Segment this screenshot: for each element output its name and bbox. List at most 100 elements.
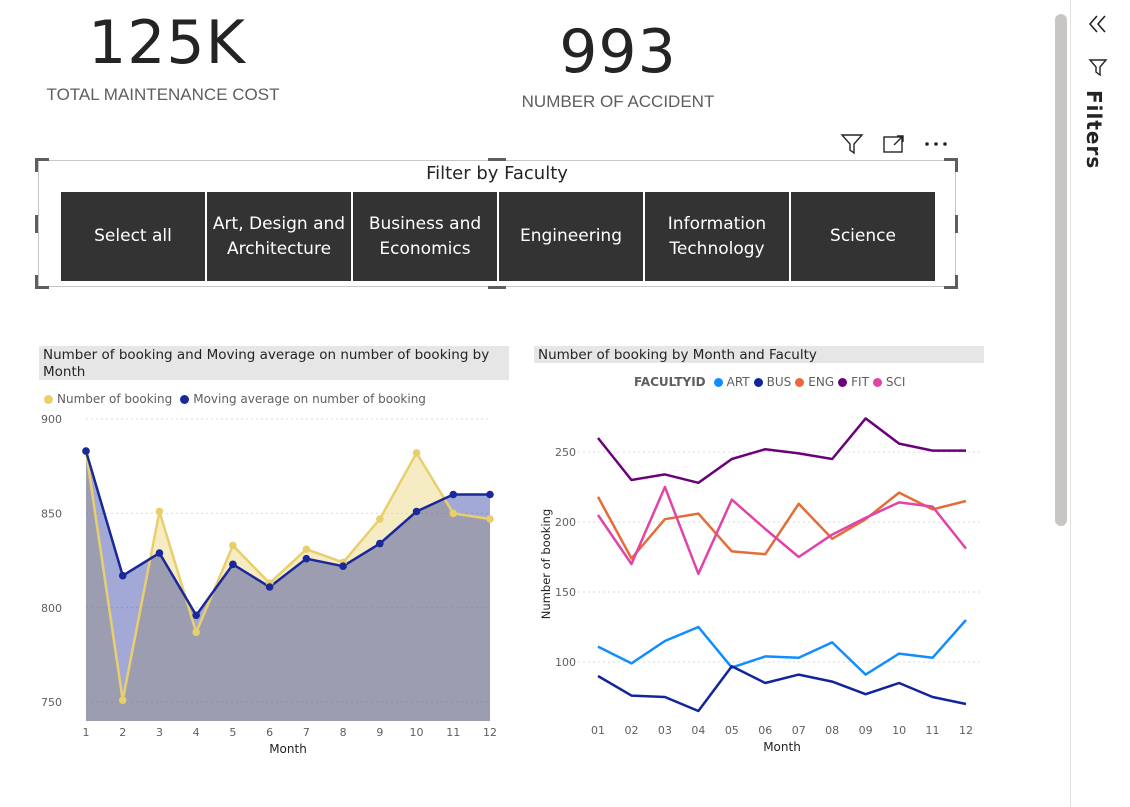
x-tick-label: 11	[926, 724, 940, 737]
x-tick-label: 2	[119, 726, 126, 739]
report-canvas: 125K TOTAL MAINTENANCE COST 993 NUMBER O…	[0, 0, 1070, 807]
slicer-button-group: Select all Art, Design and Architecture …	[61, 192, 935, 281]
legend-marker-sci	[872, 377, 882, 387]
data-point-booking	[192, 628, 200, 637]
y-axis-title: Number of booking	[539, 509, 553, 619]
resize-handle[interactable]	[955, 215, 958, 233]
x-tick-label: 02	[624, 724, 638, 737]
slicer-button-business-economics[interactable]: Business and Economics	[353, 192, 499, 281]
y-tick-label: 900	[41, 413, 62, 426]
data-point-booking	[155, 507, 164, 516]
faculty-slicer: Filter by Faculty Select all Art, Design…	[38, 160, 956, 287]
legend-item-eng[interactable]: ENG	[808, 375, 834, 389]
x-tick-label: 05	[725, 724, 739, 737]
resize-handle[interactable]	[955, 275, 958, 289]
y-tick-label: 250	[555, 446, 576, 459]
legend-item-bus[interactable]: BUS	[767, 375, 792, 389]
legend-item-booking[interactable]: Number of booking	[57, 392, 172, 406]
x-tick-label: 10	[892, 724, 906, 737]
focus-mode-icon[interactable]	[880, 132, 908, 156]
x-tick-label: 6	[266, 726, 273, 739]
data-point-moving-average	[449, 490, 458, 499]
x-tick-label: 06	[758, 724, 772, 737]
funnel-icon	[1087, 57, 1109, 79]
more-options-icon[interactable]	[922, 132, 950, 156]
x-tick-label: 01	[591, 724, 605, 737]
legend-item-art[interactable]: ART	[727, 375, 750, 389]
slicer-button-information-technology[interactable]: Information Technology	[645, 192, 791, 281]
double-chevron-left-icon[interactable]	[1085, 12, 1111, 36]
x-tick-label: 12	[483, 726, 497, 739]
x-tick-label: 07	[792, 724, 806, 737]
data-point-moving-average	[265, 583, 274, 591]
slicer-button-art-design-architecture[interactable]: Art, Design and Architecture	[207, 192, 353, 281]
resize-handle[interactable]	[35, 275, 38, 289]
data-point-booking	[486, 515, 494, 523]
chart-title-booking-by-faculty: Number of booking by Month and Faculty	[534, 346, 984, 363]
legend-item-sci[interactable]: SCI	[886, 375, 906, 389]
resize-handle[interactable]	[488, 158, 506, 161]
series-line-fit	[597, 417, 966, 485]
accident-count-label: NUMBER OF ACCIDENT	[521, 92, 715, 111]
data-point-moving-average	[118, 571, 127, 580]
series-line-art	[597, 619, 967, 676]
resize-handle[interactable]	[35, 215, 38, 233]
x-tick-label: 08	[825, 724, 839, 737]
resize-handle[interactable]	[488, 286, 506, 289]
data-point-moving-average	[82, 447, 90, 455]
slicer-button-science[interactable]: Science	[791, 192, 935, 281]
data-point-moving-average	[229, 560, 237, 569]
legend-marker-booking	[44, 394, 53, 404]
chart1-legend: Number of booking Moving average on numb…	[44, 392, 426, 406]
data-point-moving-average	[412, 507, 421, 516]
y-tick-label: 850	[41, 507, 62, 520]
chart2-legend: FACULTYID ART BUS ENG FIT SCI	[634, 375, 905, 389]
maintenance-cost-label: TOTAL MAINTENANCE COST	[46, 85, 280, 104]
data-point-booking	[302, 545, 311, 554]
x-tick-label: 5	[229, 726, 236, 739]
x-tick-label: 4	[193, 726, 200, 739]
legend-title: FACULTYID	[634, 375, 706, 389]
x-tick-label: 10	[410, 726, 424, 739]
y-tick-label: 800	[41, 602, 62, 615]
filter-icon[interactable]	[838, 132, 866, 156]
legend-marker-fit	[838, 377, 848, 387]
scrollbar-thumb[interactable]	[1055, 14, 1067, 526]
x-tick-label: 7	[303, 726, 310, 739]
accident-count-value: 993	[559, 17, 677, 87]
x-tick-label: 09	[859, 724, 873, 737]
booking-area-chart: 7508008509001 2 3 4 5 6 7 8 9 10 11 12Month	[41, 413, 497, 756]
resize-handle[interactable]	[35, 158, 38, 172]
slicer-button-select-all[interactable]: Select all	[61, 192, 207, 281]
x-tick-label: 12	[959, 724, 973, 737]
data-point-booking	[376, 515, 384, 523]
data-point-moving-average	[192, 611, 200, 620]
data-point-booking	[449, 509, 458, 518]
data-point-booking	[229, 541, 237, 550]
data-point-moving-average	[486, 490, 494, 499]
data-point-moving-average	[376, 539, 384, 548]
x-tick-label: 04	[691, 724, 705, 737]
x-tick-label: 03	[658, 724, 672, 737]
resize-handle[interactable]	[955, 158, 958, 172]
slicer-button-engineering[interactable]: Engineering	[499, 192, 645, 281]
chart-title-booking-moving-average: Number of booking and Moving average on …	[39, 346, 509, 380]
data-point-moving-average	[302, 554, 311, 563]
legend-marker-moving-average	[180, 394, 190, 404]
y-tick-label: 100	[555, 656, 576, 669]
y-tick-label: 750	[41, 696, 62, 709]
y-tick-label: 150	[555, 586, 576, 599]
legend-item-fit[interactable]: FIT	[851, 375, 869, 389]
data-point-moving-average	[339, 562, 347, 571]
y-tick-label: 200	[555, 516, 576, 529]
filters-pane-label[interactable]: Filters	[1082, 90, 1106, 169]
legend-item-moving-average[interactable]: Moving average on number of booking	[193, 392, 426, 406]
faculty-line-chart: 100 150 200 250 01 02 03 04 05 06 07 08 09 10 11 12 Mont…	[539, 417, 982, 754]
slicer-title: Filter by Faculty	[426, 163, 568, 184]
maintenance-cost-value: 125K	[88, 8, 246, 78]
data-point-moving-average	[155, 549, 164, 557]
x-tick-label: 3	[156, 726, 163, 739]
x-axis-title: Month	[269, 742, 307, 756]
legend-marker-art	[713, 377, 723, 387]
data-point-booking	[118, 696, 127, 705]
